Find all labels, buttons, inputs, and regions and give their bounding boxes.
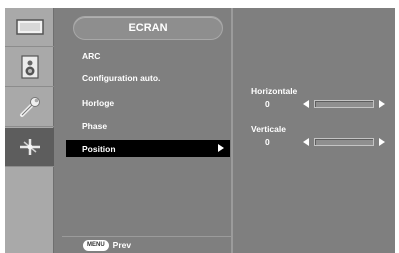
sidebar-item-options[interactable] <box>5 128 54 167</box>
menu-item-phase[interactable]: Phase <box>66 117 230 134</box>
menu-item-label: Configuration auto. <box>82 72 161 83</box>
sidebar-item-tools[interactable] <box>5 88 54 127</box>
menu-button-icon[interactable]: MENU <box>83 239 109 251</box>
menu-item-label: Position <box>82 143 116 154</box>
horizontal-value: 0 <box>265 99 270 109</box>
vertical-label: Verticale <box>251 124 286 134</box>
speaker-icon <box>20 55 39 79</box>
menu-item-label: Phase <box>82 120 108 131</box>
menu-item-label: Horloge <box>82 97 115 108</box>
horizontal-increase-icon[interactable] <box>379 100 385 108</box>
prev-label: Prev <box>112 240 132 250</box>
menu-item-clock[interactable]: Horloge <box>66 94 230 111</box>
menu-item-position[interactable]: Position <box>66 140 230 157</box>
wrench-icon <box>19 97 40 117</box>
adjust-panel: Horizontale 0 Verticale 0 <box>235 8 395 253</box>
vertical-value: 0 <box>265 137 270 147</box>
menu-panel: ECRAN ARC Configuration auto. Horloge Ph… <box>62 8 233 253</box>
horizontal-slider[interactable] <box>314 100 374 108</box>
menu-title: ECRAN <box>73 16 223 40</box>
menu-item-arc[interactable]: ARC <box>66 47 230 64</box>
vertical-decrease-icon[interactable] <box>303 138 309 146</box>
category-sidebar <box>5 8 54 253</box>
sidebar-item-picture[interactable] <box>5 8 54 47</box>
menu-footer: MENU Prev <box>62 236 233 253</box>
osd-window: ECRAN ARC Configuration auto. Horloge Ph… <box>5 8 395 253</box>
menu-item-label: ARC <box>82 50 101 61</box>
vertical-slider[interactable] <box>314 138 374 146</box>
menu-item-auto-config[interactable]: Configuration auto. <box>66 69 230 86</box>
submenu-arrow-icon <box>218 144 224 152</box>
sidebar-item-sound[interactable] <box>5 48 54 87</box>
horizontal-label: Horizontale <box>251 86 298 96</box>
picture-icon <box>15 19 44 35</box>
vertical-increase-icon[interactable] <box>379 138 385 146</box>
options-icon <box>19 139 40 155</box>
horizontal-decrease-icon[interactable] <box>303 100 309 108</box>
